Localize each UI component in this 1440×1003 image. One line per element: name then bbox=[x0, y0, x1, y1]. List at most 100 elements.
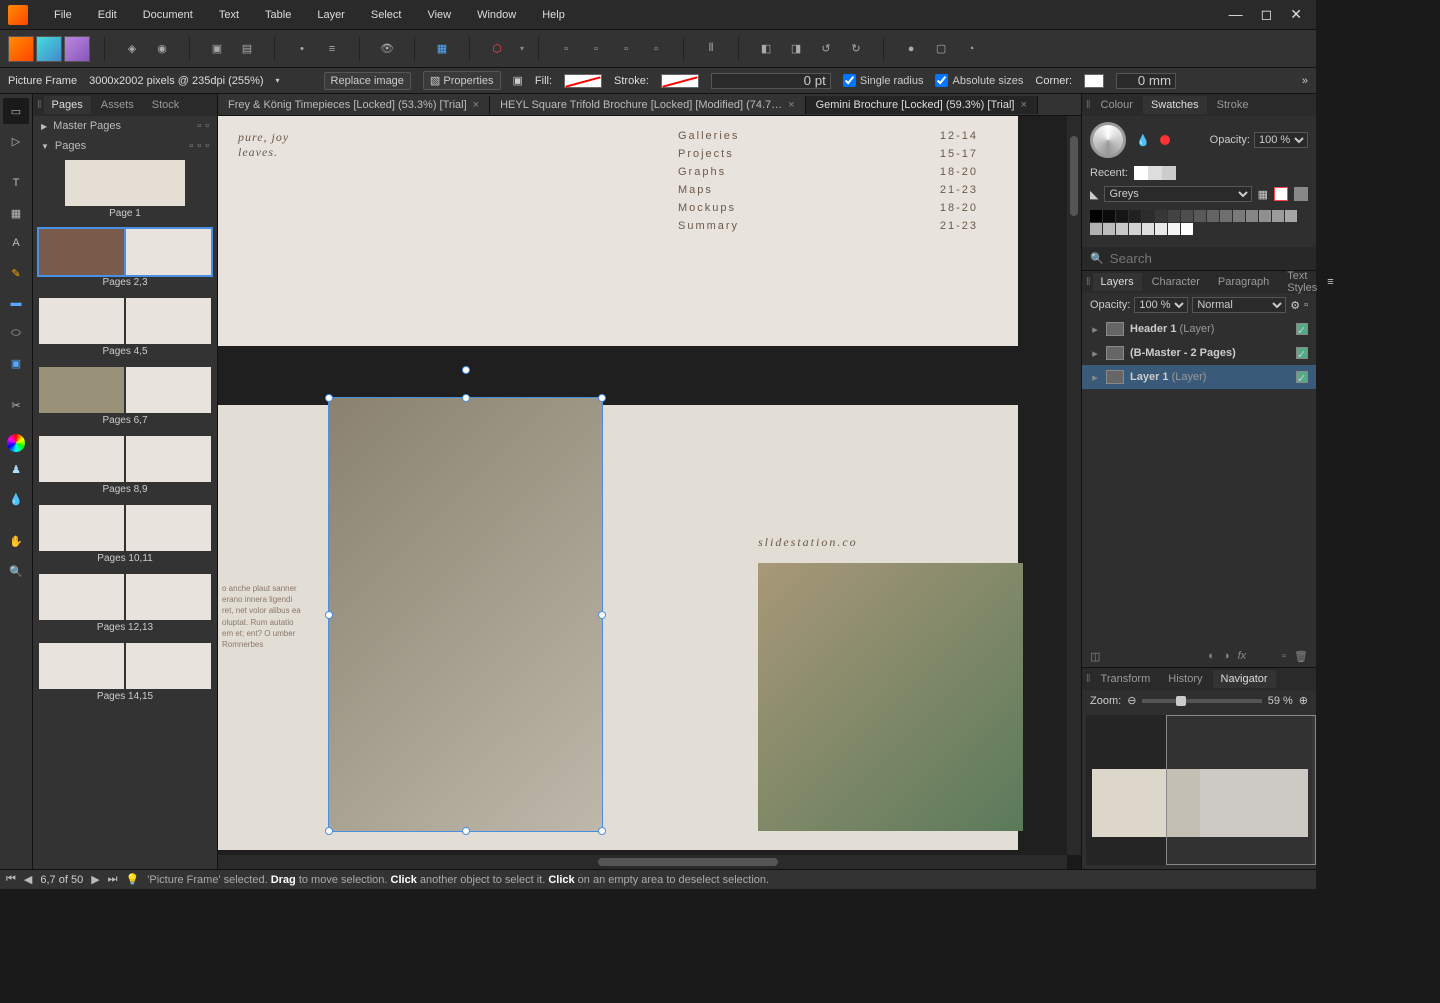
menu-window[interactable]: Window bbox=[465, 5, 528, 25]
zoom-out-icon[interactable]: ⊖ bbox=[1127, 694, 1136, 707]
hand-tool-icon[interactable]: ✋ bbox=[3, 528, 29, 554]
palette-arrow-icon[interactable]: ◣ bbox=[1090, 188, 1098, 201]
swatch[interactable] bbox=[1142, 210, 1154, 222]
close-tab-icon[interactable]: × bbox=[473, 99, 479, 111]
menu-layer[interactable]: Layer bbox=[305, 5, 357, 25]
stroke-width-input[interactable] bbox=[711, 73, 831, 89]
swatch[interactable] bbox=[1233, 210, 1245, 222]
master-opts-icon[interactable]: ▫ bbox=[205, 120, 209, 132]
menu-text[interactable]: Text bbox=[207, 5, 251, 25]
navigator-preview[interactable] bbox=[1086, 715, 1312, 865]
text-flow-icon[interactable]: ◉ bbox=[149, 36, 175, 62]
swatch[interactable] bbox=[1220, 210, 1232, 222]
page-thumbnail[interactable]: Pages 12,13 bbox=[39, 574, 211, 633]
swatch[interactable] bbox=[1090, 210, 1102, 222]
none-swatch-icon[interactable] bbox=[1274, 187, 1288, 201]
rectangle-tool-icon[interactable]: ▬ bbox=[3, 290, 29, 316]
layer-opts-icon[interactable]: ▫ bbox=[1304, 299, 1308, 311]
page-thumbnail[interactable]: Page 1 bbox=[39, 160, 211, 219]
fill-swatch[interactable] bbox=[564, 74, 602, 88]
close-tab-icon[interactable]: × bbox=[788, 99, 794, 111]
page-opts1-icon[interactable]: ▫ bbox=[197, 140, 201, 152]
layer-gear-icon[interactable]: ⚙ bbox=[1290, 299, 1300, 312]
flip-v-icon[interactable]: ◨ bbox=[783, 36, 809, 62]
persona-publisher-icon[interactable] bbox=[8, 36, 34, 62]
insert-circle-icon[interactable]: ● bbox=[898, 36, 924, 62]
baseline-grid-icon[interactable]: ◈ bbox=[119, 36, 145, 62]
palette-opts-icon[interactable]: ▦ bbox=[1258, 188, 1268, 201]
blend-mode-select[interactable]: Normal bbox=[1192, 297, 1286, 313]
scrollbar-horizontal[interactable] bbox=[218, 855, 1067, 869]
menu-document[interactable]: Document bbox=[131, 5, 205, 25]
snap-icon[interactable]: ⬡ bbox=[484, 36, 510, 62]
swatch[interactable] bbox=[1207, 210, 1219, 222]
menu-select[interactable]: Select bbox=[359, 5, 414, 25]
page-thumbnail[interactable]: Pages 2,3 bbox=[39, 229, 211, 288]
align-icon[interactable]: ⫴ bbox=[698, 36, 724, 62]
fields-icon[interactable]: ▤ bbox=[234, 36, 260, 62]
add-master-icon[interactable]: ▫ bbox=[197, 120, 201, 132]
tab-history[interactable]: History bbox=[1160, 670, 1210, 688]
persona-photo-icon[interactable] bbox=[64, 36, 90, 62]
absolute-sizes-check[interactable]: Absolute sizes bbox=[935, 74, 1023, 87]
menu-table[interactable]: Table bbox=[253, 5, 303, 25]
swatch[interactable] bbox=[1142, 223, 1154, 235]
stroke-swatch[interactable] bbox=[661, 74, 699, 88]
swatch[interactable] bbox=[1090, 223, 1102, 235]
properties-button[interactable]: ▧ Properties bbox=[423, 71, 501, 90]
tab-swatches[interactable]: Swatches bbox=[1143, 96, 1207, 114]
swatch[interactable] bbox=[1285, 210, 1297, 222]
swatch[interactable] bbox=[1168, 223, 1180, 235]
recent-color-icon[interactable] bbox=[1160, 135, 1170, 145]
frame-text-tool-icon[interactable]: T bbox=[3, 170, 29, 196]
opacity-select[interactable]: 100 % bbox=[1254, 132, 1308, 148]
fx-icon[interactable]: fx bbox=[1238, 650, 1247, 663]
menu-file[interactable]: File bbox=[42, 5, 84, 25]
master-pages-header[interactable]: Master Pages bbox=[53, 120, 121, 132]
swatch[interactable] bbox=[1181, 210, 1193, 222]
swatch[interactable] bbox=[1155, 223, 1167, 235]
document-tab[interactable]: HEYL Square Trifold Brochure [Locked] [M… bbox=[490, 96, 806, 114]
preflight-icon[interactable]: ▣ bbox=[204, 36, 230, 62]
page-thumbnail[interactable]: Pages 10,11 bbox=[39, 505, 211, 564]
color-selector-icon[interactable] bbox=[1090, 122, 1126, 158]
menu-edit[interactable]: Edit bbox=[86, 5, 129, 25]
wrap-icon[interactable]: ▣ bbox=[513, 74, 523, 87]
next-page-icon[interactable]: ▶ bbox=[91, 873, 99, 886]
adjustment-icon[interactable]: ◑ bbox=[1223, 650, 1230, 663]
layer-opacity-select[interactable]: 100 % bbox=[1134, 297, 1188, 313]
prev-page-icon[interactable]: ◀ bbox=[24, 873, 32, 886]
preview-icon[interactable]: 👁 bbox=[374, 36, 400, 62]
document-tab[interactable]: Gemini Brochure [Locked] (59.3%) [Trial]… bbox=[806, 96, 1038, 114]
swatch[interactable] bbox=[1129, 223, 1141, 235]
ellipse-tool-icon[interactable]: ⬭ bbox=[3, 320, 29, 346]
tab-character[interactable]: Character bbox=[1144, 273, 1208, 291]
tab-stock[interactable]: Stock bbox=[144, 96, 188, 114]
swatch[interactable] bbox=[1103, 210, 1115, 222]
first-page-icon[interactable]: ⏮ bbox=[6, 873, 16, 886]
page-opts2-icon[interactable]: ▫ bbox=[205, 140, 209, 152]
delete-layer-icon[interactable]: 🗑 bbox=[1294, 650, 1308, 663]
swatch[interactable] bbox=[1259, 210, 1271, 222]
page-thumbnail[interactable]: Pages 14,15 bbox=[39, 643, 211, 702]
tab-transform[interactable]: Transform bbox=[1093, 670, 1159, 688]
bullet-icon[interactable]: • bbox=[289, 36, 315, 62]
clip-canvas-icon[interactable]: ▦ bbox=[429, 36, 455, 62]
palette-select[interactable]: Greys bbox=[1104, 186, 1251, 202]
add-page-icon[interactable]: ▫ bbox=[189, 140, 193, 152]
add-layer-icon[interactable]: ▫ bbox=[1282, 650, 1286, 663]
page-thumbnail[interactable]: Pages 4,5 bbox=[39, 298, 211, 357]
registration-swatch-icon[interactable] bbox=[1294, 187, 1308, 201]
swatch[interactable] bbox=[1272, 210, 1284, 222]
corner-value-input[interactable] bbox=[1116, 73, 1176, 89]
arrange-front-icon[interactable]: ▫ bbox=[643, 36, 669, 62]
menu-help[interactable]: Help bbox=[530, 5, 577, 25]
node-tool-icon[interactable]: ▷ bbox=[3, 128, 29, 154]
corner-type[interactable] bbox=[1084, 74, 1104, 88]
tab-pages[interactable]: Pages bbox=[44, 96, 91, 114]
swatch[interactable] bbox=[1103, 223, 1115, 235]
tab-paragraph[interactable]: Paragraph bbox=[1210, 273, 1277, 291]
arrange-back-icon[interactable]: ▫ bbox=[553, 36, 579, 62]
fill-tool-icon[interactable]: ♟ bbox=[3, 456, 29, 482]
zoom-in-icon[interactable]: ⊕ bbox=[1299, 694, 1308, 707]
